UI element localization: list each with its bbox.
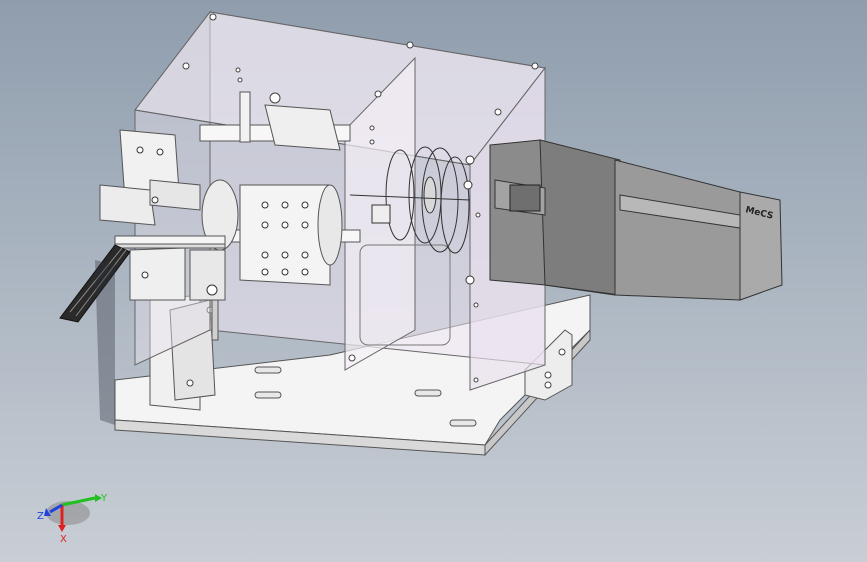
stepper-motor: MeCS: [489, 139, 783, 301]
cad-model-canvas[interactable]: MeCS Y X Z: [0, 0, 867, 562]
left-shadow: [95, 260, 115, 425]
feed-chain: [59, 244, 131, 323]
triad-x-arrow-icon: [58, 525, 66, 532]
triad-x-label: X: [60, 534, 67, 545]
cad-3d-viewport[interactable]: MeCS Y X Z: [0, 0, 867, 562]
triad-y-label: Y: [100, 493, 108, 504]
triad-z-label: Z: [37, 511, 44, 522]
view-orientation-triad[interactable]: Y X Z: [37, 493, 108, 545]
